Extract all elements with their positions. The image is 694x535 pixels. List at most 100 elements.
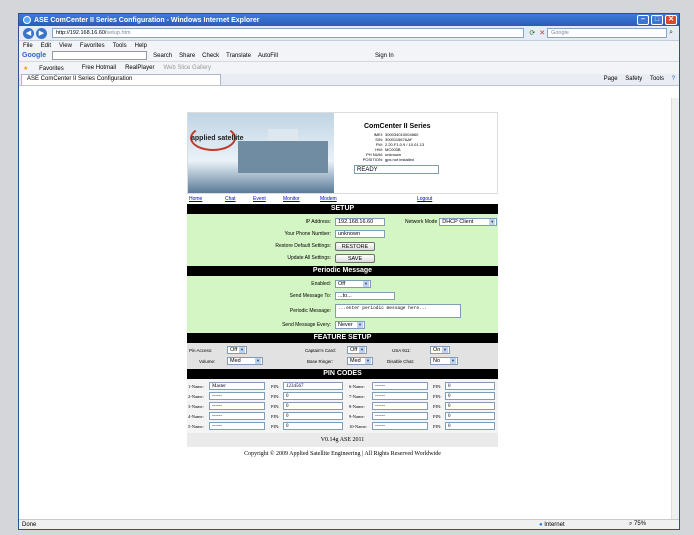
netmode-select[interactable]: DHCP Client ▼ [439, 218, 498, 226]
menu-view[interactable]: View [59, 43, 72, 49]
pin-input[interactable]: 0 [445, 412, 495, 420]
vertical-scrollbar[interactable] [671, 98, 679, 521]
menu-help[interactable]: Help [135, 43, 147, 49]
device-status-field: READY [354, 165, 439, 174]
fav-hotmail[interactable]: Free Hotmail [82, 65, 116, 71]
name-input[interactable]: Master [209, 382, 265, 390]
name-input[interactable]: ------ [209, 422, 265, 430]
feature-row-1: Pin Access: Off ▼ Captain's Card: Off ▼ US… [187, 345, 498, 356]
menu-favorites[interactable]: Favorites [80, 43, 105, 49]
pin-input[interactable]: 0 [445, 402, 495, 410]
pin-input[interactable]: 0 [283, 412, 343, 420]
star-icon: ★ [23, 65, 29, 72]
fav-realplayer[interactable]: RealPlayer [125, 65, 154, 71]
base-ringer-select[interactable]: Med ▼ [347, 357, 373, 365]
netmode-value: DHCP Client [442, 219, 474, 225]
fav-webslice[interactable]: Web Slice Gallery [163, 65, 211, 71]
nav-monitor[interactable]: Monitor [283, 196, 300, 202]
help-icon[interactable]: ? [672, 76, 675, 82]
feature-section: Pin Access: Off ▼ Captain's Card: Off ▼ US… [187, 343, 498, 369]
gt-translate[interactable]: Translate [226, 53, 251, 59]
cmd-safety[interactable]: Safety [625, 76, 642, 82]
name-input[interactable]: ------ [372, 392, 428, 400]
refresh-icon[interactable]: ⟳ [529, 29, 535, 37]
tab-active[interactable]: ASE ComCenter II Series Configuration [21, 74, 221, 85]
google-logo: Google [22, 52, 47, 59]
nav-modem[interactable]: Modem [320, 196, 337, 202]
name-input[interactable]: ------ [372, 412, 428, 420]
page-content: applied satellite ComCenter II Series IM… [19, 98, 679, 521]
name-input[interactable]: ------ [372, 422, 428, 430]
captains-card-value: Off [350, 347, 358, 353]
pin-label: PIN: [433, 393, 442, 399]
favorites-button[interactable]: ★ Favorites [23, 65, 73, 72]
pin-label: PIN: [433, 403, 442, 409]
enabled-value: Off [338, 281, 346, 287]
pin-access-select[interactable]: Off ▼ [227, 346, 247, 354]
menu-edit[interactable]: Edit [41, 43, 51, 49]
pin-input[interactable]: 1234567 [283, 382, 343, 390]
command-bar: Page Safety Tools ? [598, 76, 675, 82]
cmd-page[interactable]: Page [604, 76, 618, 82]
pin-input[interactable]: 0 [445, 382, 495, 390]
nav-event[interactable]: Event [253, 196, 266, 202]
zoom-control[interactable]: ⌕ 75% [629, 521, 646, 528]
status-bar: Done ● Internet ⌕ 75% [19, 519, 679, 529]
name-input[interactable]: ------ [372, 402, 428, 410]
search-icon[interactable]: ⌕ [669, 29, 673, 37]
name-input[interactable]: ------ [372, 382, 428, 390]
pin-input[interactable]: 0 [283, 422, 343, 430]
sendto-label: Send Message To: [289, 293, 331, 299]
stop-icon[interactable]: ✕ [539, 29, 545, 37]
gt-search[interactable]: Search [153, 53, 172, 59]
chevron-down-icon: ▼ [363, 281, 369, 287]
minimize-button[interactable]: – [637, 15, 649, 25]
pin-input[interactable]: 0 [283, 402, 343, 410]
title-bar: ASE ComCenter II Series Configuration - … [19, 14, 679, 26]
name-input[interactable]: ------ [209, 392, 265, 400]
phone-input[interactable]: unknown [335, 230, 385, 238]
google-search-input[interactable] [52, 51, 148, 60]
disable-chat-select[interactable]: No ▼ [430, 357, 458, 365]
usa911-label: USA 911: [392, 348, 411, 353]
nav-chat[interactable]: Chat [225, 196, 236, 202]
sendto-input[interactable]: ...to... [335, 292, 395, 300]
gt-check[interactable]: Check [202, 53, 219, 59]
ip-input[interactable]: 192.168.16.60 [335, 218, 385, 226]
chevron-down-icon: ▼ [239, 347, 245, 353]
url-field[interactable]: http://192.168.16.60/setup.htm [52, 28, 525, 38]
forward-button[interactable]: ▶ [36, 27, 47, 39]
gt-share[interactable]: Share [179, 53, 195, 59]
every-select[interactable]: Never ▼ [335, 321, 365, 329]
periodic-message-textarea[interactable]: ...enter periodic message here... [335, 303, 461, 318]
gt-autofill[interactable]: AutoFill [258, 53, 278, 59]
close-button[interactable]: ✕ [665, 15, 677, 25]
window-title: ASE ComCenter II Series Configuration - … [34, 16, 260, 24]
volume-select[interactable]: Med ▼ [227, 357, 263, 365]
captains-card-select[interactable]: Off ▼ [347, 346, 367, 354]
cmd-tools[interactable]: Tools [650, 76, 664, 82]
pin-input[interactable]: 0 [445, 422, 495, 430]
usa911-select[interactable]: On ▼ [430, 346, 450, 354]
ip-row: IP Address: 192.168.16.60 Network Mode D… [187, 216, 498, 228]
name-label: 6-Name: [349, 383, 365, 389]
name-input[interactable]: ------ [209, 412, 265, 420]
back-button[interactable]: ◀ [23, 27, 34, 39]
name-input[interactable]: ------ [209, 402, 265, 410]
enabled-select[interactable]: Off ▼ [335, 280, 371, 288]
base-ringer-label: Base Ringer: [307, 359, 334, 364]
name-label: 4-Name: [188, 413, 204, 419]
pin-row: 3-Name: ------ PIN: 0 8-Name: ------ PIN… [187, 401, 498, 411]
maximize-button[interactable]: □ [651, 15, 663, 25]
menu-tools[interactable]: Tools [113, 43, 127, 49]
save-button[interactable]: SAVE [335, 253, 375, 263]
menu-file[interactable]: File [23, 43, 33, 49]
nav-logout[interactable]: Logout [417, 196, 432, 202]
pin-input[interactable]: 0 [283, 392, 343, 400]
nav-home[interactable]: Home [189, 196, 202, 202]
name-label: 2-Name: [188, 393, 204, 399]
gt-signin[interactable]: Sign In [375, 53, 394, 59]
restore-button[interactable]: RESTORE [335, 241, 375, 251]
browser-search-input[interactable]: Google [547, 28, 668, 38]
pin-input[interactable]: 0 [445, 392, 495, 400]
